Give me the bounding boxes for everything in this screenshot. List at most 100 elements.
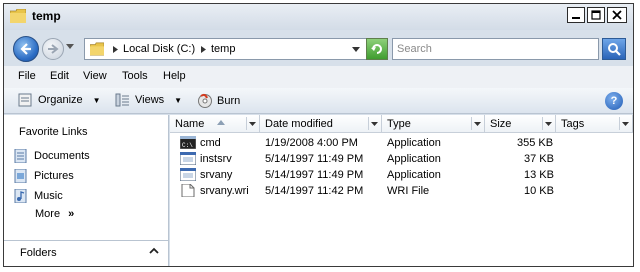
chevron-down-icon: [248, 121, 256, 126]
refresh-button[interactable]: [366, 38, 388, 60]
chevron-down-icon: [473, 121, 481, 126]
application-icon: [180, 152, 196, 165]
column-filter-button[interactable]: [368, 117, 379, 130]
chevron-down-icon: ▼: [174, 95, 183, 105]
sort-ascending-icon: [217, 120, 225, 125]
column-filter-button[interactable]: [542, 117, 553, 130]
file-name: cmd: [200, 137, 221, 149]
file-row[interactable]: srvany.wri 5/14/1997 11:42 PM WRI File 1…: [170, 183, 633, 199]
nav-item-label: Pictures: [34, 170, 74, 182]
menu-view[interactable]: View: [83, 70, 107, 82]
arrow-right-icon: [48, 44, 59, 54]
menu-file[interactable]: File: [18, 70, 36, 82]
column-header-size[interactable]: Size: [485, 115, 556, 133]
file-size: 10 KB: [524, 185, 554, 197]
minimize-icon: [572, 17, 580, 19]
folders-toggle[interactable]: Folders: [4, 240, 168, 266]
burn-button[interactable]: Burn: [197, 93, 240, 109]
file-date: 5/14/1997 11:49 PM: [265, 169, 364, 181]
chevron-down-icon: [544, 121, 552, 126]
forward-button[interactable]: [42, 38, 64, 60]
file-date: 1/19/2008 4:00 PM: [265, 137, 358, 149]
back-button[interactable]: [13, 36, 39, 62]
column-label: Type: [387, 118, 411, 130]
cmd-icon: C:\: [180, 136, 196, 149]
column-label: Size: [490, 118, 512, 130]
column-header-date[interactable]: Date modified: [260, 115, 382, 133]
folder-icon: [10, 9, 26, 23]
chevron-up-icon: [149, 247, 159, 254]
file-date: 5/14/1997 11:49 PM: [265, 153, 364, 165]
file-type: Application: [387, 153, 441, 165]
file-size: 355 KB: [517, 137, 554, 149]
file-icon: [181, 184, 195, 197]
file-row[interactable]: C:\ cmd 1/19/2008 4:00 PM Application 35…: [170, 135, 633, 151]
maximize-button[interactable]: [587, 7, 605, 23]
address-bar[interactable]: Local Disk (C:) temp: [84, 38, 387, 60]
nav-item-documents[interactable]: Documents: [14, 149, 90, 163]
help-button[interactable]: ?: [605, 92, 623, 110]
close-button[interactable]: [607, 7, 627, 23]
column-label: Name: [175, 118, 205, 130]
nav-item-pictures[interactable]: Pictures: [14, 169, 74, 183]
menu-help[interactable]: Help: [163, 70, 186, 82]
chevron-down-icon: ▼: [92, 95, 101, 105]
column-header-type[interactable]: Type: [382, 115, 485, 133]
svg-text:C:\: C:\: [182, 142, 193, 149]
chevron-down-icon[interactable]: [352, 47, 360, 52]
arrow-left-icon: [20, 43, 31, 55]
chevron-down-icon: [370, 121, 378, 126]
close-icon: [612, 10, 622, 20]
documents-icon: [14, 149, 27, 163]
file-name: instsrv: [200, 153, 232, 165]
views-label: Views: [135, 94, 165, 106]
nav-item-label: Documents: [34, 150, 90, 162]
explorer-window: temp Local Disk (C:) temp Search File Ed…: [3, 3, 634, 267]
menu-bar: File Edit View Tools Help: [4, 66, 633, 88]
title-bar: temp: [4, 4, 633, 30]
chevron-right-icon[interactable]: [113, 46, 118, 53]
search-icon: [608, 43, 621, 56]
column-label: Date modified: [265, 118, 333, 130]
search-button[interactable]: [602, 38, 626, 60]
address-row: Local Disk (C:) temp Search: [4, 32, 633, 64]
file-name: srvany: [200, 169, 233, 181]
column-filter-button[interactable]: [471, 117, 482, 130]
organize-icon: [18, 93, 32, 107]
nav-item-music[interactable]: Music: [14, 189, 63, 203]
menu-edit[interactable]: Edit: [50, 70, 69, 82]
chevron-down-icon[interactable]: [66, 44, 74, 50]
file-row[interactable]: instsrv 5/14/1997 11:49 PM Application 3…: [170, 151, 633, 167]
column-header-name[interactable]: Name: [170, 115, 260, 133]
folder-icon: [90, 42, 104, 56]
file-row[interactable]: srvany 5/14/1997 11:49 PM Application 13…: [170, 167, 633, 183]
pictures-icon: [14, 169, 27, 183]
column-filter-button[interactable]: [619, 117, 630, 130]
menu-tools[interactable]: Tools: [122, 70, 148, 82]
chevron-right-icon[interactable]: [201, 46, 206, 53]
column-label: Tags: [561, 118, 585, 130]
search-input[interactable]: Search: [392, 38, 599, 60]
views-button[interactable]: Views ▼: [115, 93, 182, 107]
nav-item-label: Music: [34, 190, 63, 202]
window-title: temp: [32, 9, 61, 23]
file-size: 13 KB: [524, 169, 554, 181]
column-filter-button[interactable]: [246, 117, 257, 130]
column-header-tags[interactable]: Tags: [556, 115, 633, 133]
organize-button[interactable]: Organize ▼: [18, 93, 101, 107]
refresh-icon: [371, 44, 382, 54]
double-chevron-right-icon: »: [68, 208, 75, 220]
search-placeholder: Search: [397, 43, 432, 55]
organize-label: Organize: [38, 94, 83, 106]
burn-label: Burn: [217, 95, 241, 107]
more-links-button[interactable]: More »: [35, 208, 74, 220]
minimize-button[interactable]: [567, 7, 585, 23]
file-size: 37 KB: [524, 153, 554, 165]
chevron-down-icon: [621, 121, 629, 126]
breadcrumb-local-disk[interactable]: Local Disk (C:): [123, 43, 195, 55]
favorite-links-heading: Favorite Links: [19, 126, 88, 138]
file-type: Application: [387, 169, 441, 181]
file-name: srvany.wri: [200, 185, 249, 197]
breadcrumb-temp[interactable]: temp: [211, 43, 235, 55]
burn-disc-icon: [198, 93, 212, 108]
